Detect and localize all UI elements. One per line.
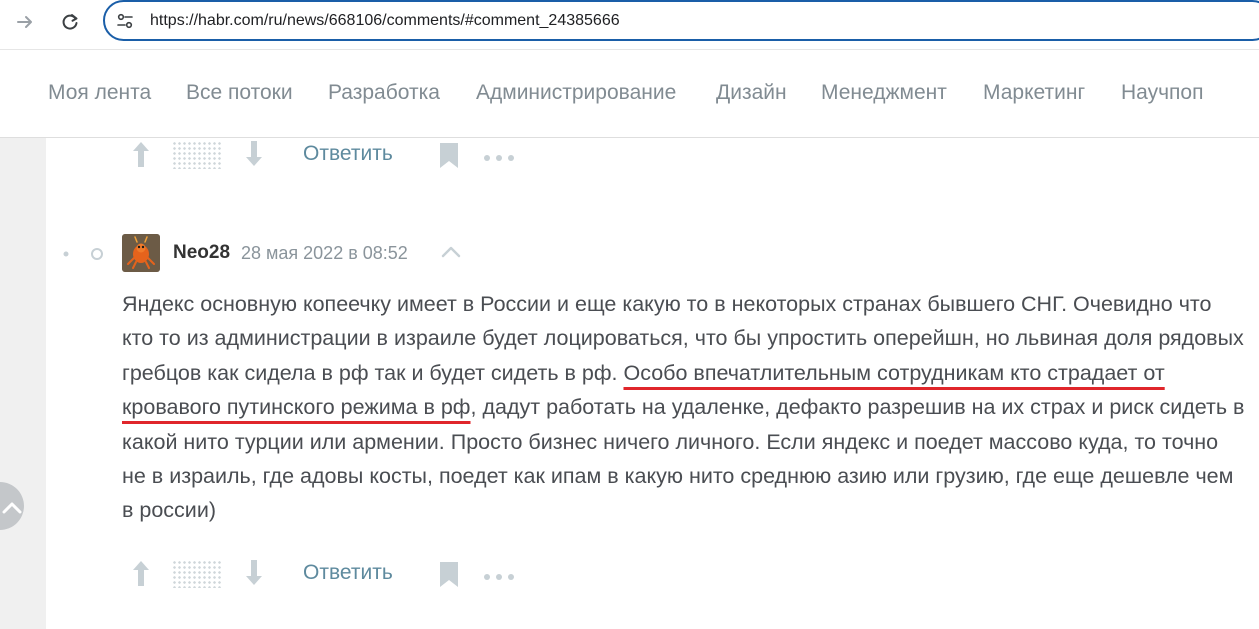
comment-actions: Ответить — [46, 557, 546, 591]
habr-flow-nav: Моя лента Все потоки Разработка Админист… — [0, 50, 1259, 138]
nav-item-marketing[interactable]: Маркетинг — [983, 81, 1085, 105]
nav-item-management[interactable]: Менеджмент — [821, 81, 947, 105]
reply-button[interactable]: Ответить — [303, 142, 393, 166]
reply-button[interactable]: Ответить — [303, 561, 393, 585]
vote-down-icon[interactable] — [243, 559, 265, 587]
address-bar[interactable]: https://habr.com/ru/news/668106/comments… — [103, 0, 1259, 41]
thread-ring-icon — [91, 248, 103, 260]
vote-down-icon[interactable] — [243, 140, 265, 168]
more-options-icon[interactable] — [483, 569, 515, 580]
nav-item-administration[interactable]: Администрирование — [476, 81, 676, 105]
nav-item-my-feed[interactable]: Моя лента — [48, 81, 151, 105]
comment-text: Яндекс основную копеечку имеет в России … — [122, 287, 1247, 528]
more-options-icon[interactable] — [483, 150, 515, 161]
vote-up-icon[interactable] — [130, 140, 152, 168]
nav-item-popsci[interactable]: Научпоп — [1121, 81, 1203, 105]
chevron-up-icon[interactable] — [440, 244, 462, 260]
forward-arrow-icon[interactable] — [11, 8, 39, 36]
scroll-up-button[interactable] — [0, 482, 24, 530]
nav-item-development[interactable]: Разработка — [328, 81, 440, 105]
comments-section: Ответить Neo28 28 мая 2022 в 08:52 Яндек… — [46, 138, 1259, 629]
browser-toolbar: https://habr.com/ru/news/668106/comments… — [0, 0, 1259, 50]
reload-icon[interactable] — [56, 8, 84, 36]
comment-header: Neo28 28 мая 2022 в 08:52 — [122, 234, 522, 272]
comment-author[interactable]: Neo28 — [173, 242, 230, 264]
thread-dot-icon — [63, 251, 69, 257]
previous-comment-actions: Ответить — [46, 138, 546, 172]
url-text[interactable]: https://habr.com/ru/news/668106/comments… — [150, 12, 620, 30]
score-hidden-pattern — [172, 141, 222, 169]
score-hidden-pattern — [172, 560, 222, 588]
nav-item-design[interactable]: Дизайн — [716, 81, 787, 105]
chevron-up-icon — [2, 502, 22, 514]
avatar[interactable] — [122, 234, 160, 272]
vote-up-icon[interactable] — [130, 559, 152, 587]
nav-item-all-flows[interactable]: Все потоки — [186, 81, 293, 105]
bookmark-icon[interactable] — [438, 560, 460, 588]
bookmark-icon[interactable] — [438, 141, 460, 169]
site-settings-icon[interactable] — [115, 11, 135, 31]
comment-date[interactable]: 28 мая 2022 в 08:52 — [241, 243, 408, 264]
